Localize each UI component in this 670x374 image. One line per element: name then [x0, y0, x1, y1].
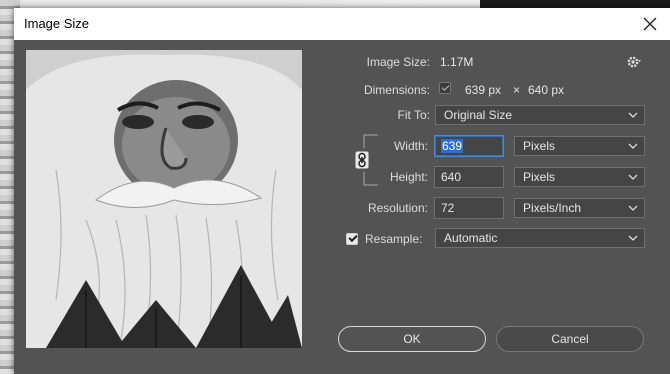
chevron-down-icon	[628, 143, 638, 149]
title-bar: Image Size	[14, 8, 670, 40]
resolution-value: 72	[441, 201, 455, 215]
height-label: Height:	[389, 170, 428, 184]
image-size-label: Image Size:	[366, 55, 430, 69]
link-icon	[355, 151, 369, 169]
resolution-input[interactable]: 72	[434, 197, 504, 219]
resolution-unit-value: Pixels/Inch	[523, 201, 582, 215]
width-value: 639	[441, 139, 464, 153]
fit-to-label: Fit To:	[397, 108, 430, 122]
close-button[interactable]	[638, 12, 662, 36]
resample-label: Resample:	[365, 232, 423, 246]
resolution-label: Resolution:	[367, 201, 428, 215]
height-unit-select[interactable]: Pixels	[514, 167, 645, 187]
resample-checkbox[interactable]	[346, 233, 358, 245]
settings-button[interactable]	[626, 54, 642, 70]
dialog-title: Image Size	[24, 16, 90, 31]
width-unit-value: Pixels	[523, 139, 556, 153]
resample-method-value: Automatic	[444, 231, 498, 245]
dimensions-label: Dimensions:	[363, 83, 430, 97]
gear-icon	[627, 56, 641, 68]
dimensions-width: 639 px	[465, 83, 502, 97]
height-input[interactable]: 640	[434, 166, 504, 188]
ok-button[interactable]: OK	[338, 326, 486, 352]
dimensions-height: 640 px	[528, 83, 565, 97]
chevron-down-icon	[628, 205, 638, 211]
fit-to-select[interactable]: Original Size	[435, 105, 645, 125]
chevron-down-icon	[628, 174, 638, 180]
dimensions-times: ×	[513, 83, 521, 97]
close-icon	[643, 17, 657, 31]
cancel-button[interactable]: Cancel	[496, 326, 644, 352]
height-value: 640	[441, 170, 462, 184]
resample-method-select[interactable]: Automatic	[435, 228, 645, 248]
width-unit-select[interactable]: Pixels	[514, 136, 645, 156]
chevron-down-icon	[628, 235, 638, 241]
dimensions-toggle[interactable]	[439, 82, 451, 94]
image-size-dialog: Image Size Image Size: 1.17M Dimensions:…	[14, 8, 670, 374]
height-unit-value: Pixels	[523, 170, 556, 184]
fit-to-value: Original Size	[444, 108, 513, 122]
width-label: Width:	[393, 139, 428, 153]
image-preview[interactable]	[26, 50, 302, 348]
width-input[interactable]: 639	[434, 135, 504, 157]
preview-image	[26, 50, 302, 348]
image-size-value: 1.17M	[440, 55, 474, 69]
constrain-proportions-button[interactable]	[355, 151, 369, 169]
chevron-down-icon	[628, 112, 638, 118]
resolution-unit-select[interactable]: Pixels/Inch	[514, 198, 645, 218]
